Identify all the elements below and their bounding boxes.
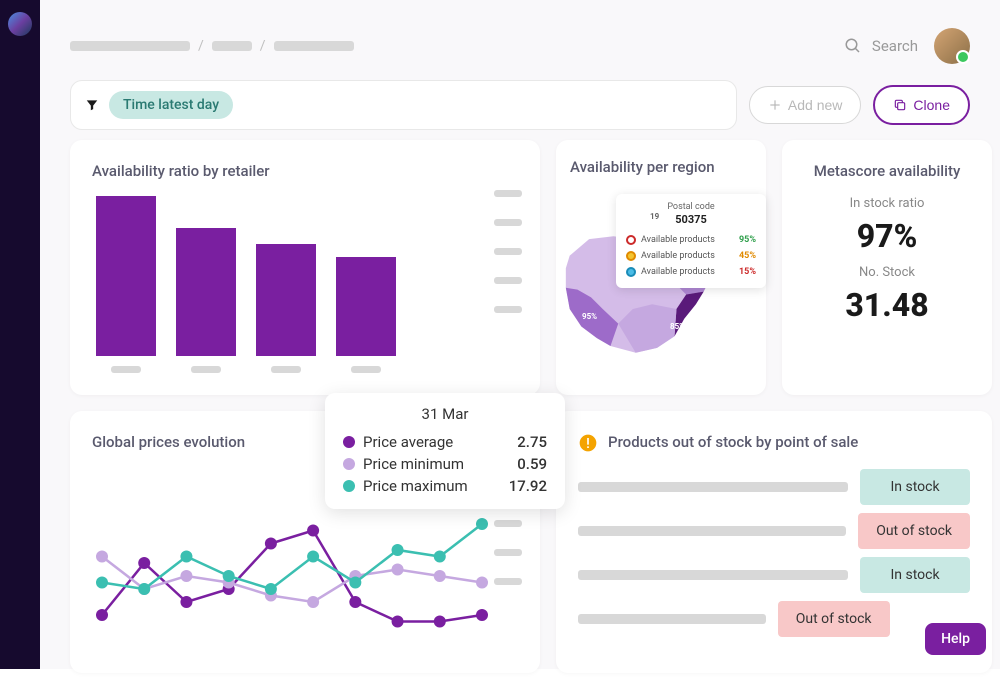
map[interactable]: Postal code 50375 Available products 95%… <box>570 192 752 372</box>
breadcrumb-segment <box>70 41 190 51</box>
copy-icon <box>893 98 907 112</box>
line-chart[interactable] <box>92 501 518 651</box>
card-global-prices: Global prices evolution 31 Mar Price ave… <box>70 411 540 673</box>
warning-icon <box>578 433 598 453</box>
list-item: In stock <box>578 557 970 593</box>
card-metascore: Metascore availability In stock ratio 97… <box>782 140 992 395</box>
status-badge: Out of stock <box>778 601 890 637</box>
list-item: Out of stock <box>578 601 970 637</box>
map-tooltip: Postal code 50375 Available products 95%… <box>616 194 766 288</box>
card-availability-region: Availability per region Postal code 5037… <box>556 140 766 395</box>
status-badge: In stock <box>860 557 970 593</box>
bar[interactable] <box>256 244 316 356</box>
filter-icon[interactable] <box>85 98 99 112</box>
search-placeholder: Search <box>872 37 918 55</box>
breadcrumb-sep: / <box>260 38 266 54</box>
filter-box: Time latest day <box>70 80 737 130</box>
filter-bar: Time latest day Add new Clone <box>40 74 1000 140</box>
search-icon <box>844 37 862 55</box>
card-title: Availability ratio by retailer <box>92 162 518 180</box>
list-item: Out of stock <box>578 513 970 549</box>
line-chart-svg <box>92 501 492 651</box>
avatar[interactable] <box>934 28 970 64</box>
main-content: / / Search Time latest day Add new Clone… <box>40 0 1000 669</box>
add-new-button[interactable]: Add new <box>749 86 861 124</box>
status-badge: In stock <box>860 469 970 505</box>
prices-tooltip: 31 Mar Price average2.75 Price minimum0.… <box>325 393 565 509</box>
no-stock-value: 31.48 <box>804 286 970 324</box>
logo-icon <box>8 12 32 36</box>
plus-icon <box>768 98 782 112</box>
bar[interactable] <box>176 228 236 356</box>
sidebar <box>0 0 40 669</box>
clone-button[interactable]: Clone <box>873 85 970 125</box>
search-input[interactable]: Search <box>844 37 918 55</box>
card-title: Metascore availability <box>804 162 970 180</box>
card-title: Products out of stock by point of sale <box>578 433 970 453</box>
breadcrumb-segment <box>212 41 252 51</box>
in-stock-ratio-value: 97% <box>804 217 970 255</box>
card-availability-ratio: Availability ratio by retailer <box>70 140 540 395</box>
no-stock-label: No. Stock <box>804 265 970 280</box>
in-stock-ratio-label: In stock ratio <box>804 196 970 211</box>
topbar: / / Search <box>40 0 1000 74</box>
help-button[interactable]: Help <box>925 623 986 655</box>
status-badge: Out of stock <box>858 513 970 549</box>
list-item: In stock <box>578 469 970 505</box>
y-axis-scale <box>494 190 522 313</box>
breadcrumb: / / <box>70 38 828 54</box>
bar[interactable] <box>336 257 396 356</box>
breadcrumb-segment <box>274 41 354 51</box>
card-title: Availability per region <box>570 158 752 176</box>
filter-chip-time[interactable]: Time latest day <box>109 91 233 119</box>
breadcrumb-sep: / <box>198 38 204 54</box>
bar[interactable] <box>96 196 156 356</box>
bar-chart <box>92 196 518 356</box>
